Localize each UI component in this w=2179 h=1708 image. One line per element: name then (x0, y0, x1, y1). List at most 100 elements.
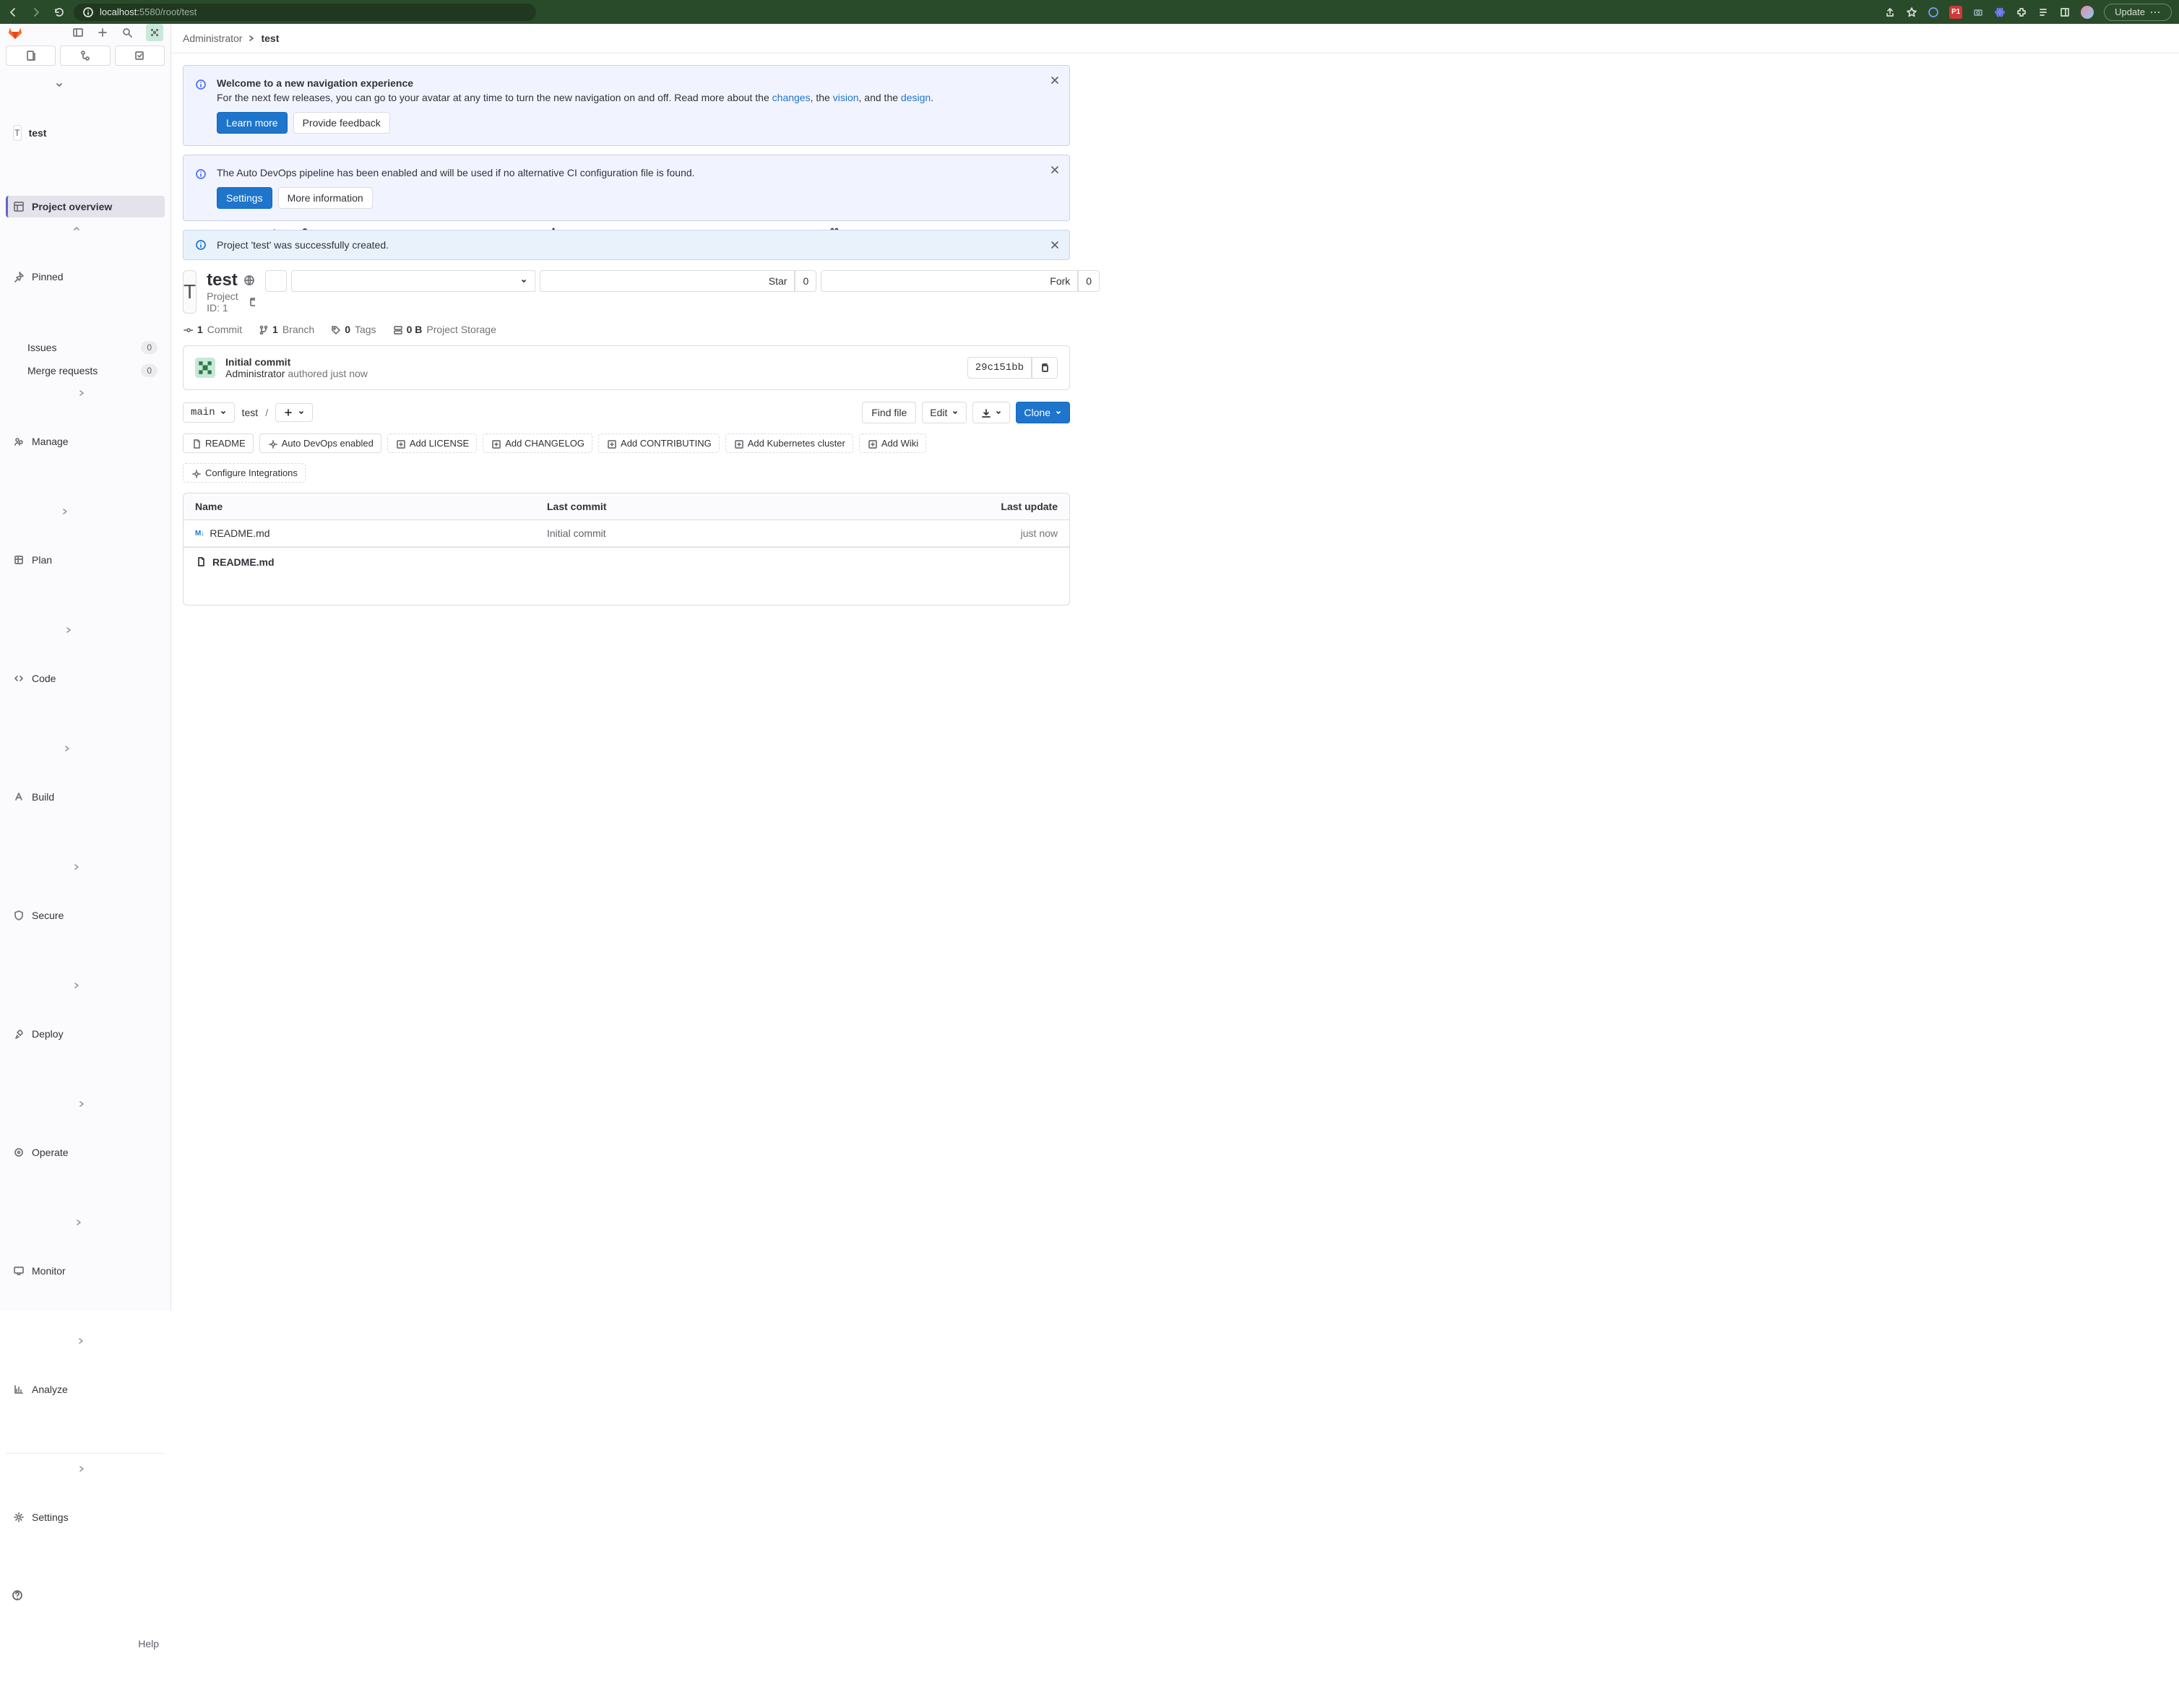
back-icon[interactable] (7, 7, 19, 18)
nav-build[interactable]: Build (6, 738, 165, 856)
reading-list-icon[interactable] (2037, 7, 2049, 18)
plus-square-icon (491, 439, 501, 449)
ssh-key-button[interactable] (265, 270, 287, 292)
gear-icon (267, 439, 277, 449)
user-identicon[interactable] (146, 24, 163, 41)
add-file-button[interactable] (275, 403, 313, 422)
ext1-icon[interactable] (1928, 7, 1939, 18)
extensions-icon[interactable] (2016, 7, 2027, 18)
nav-operate[interactable]: Operate (6, 1093, 165, 1212)
nav-deploy[interactable]: Deploy (6, 975, 165, 1093)
sidebar-project[interactable]: T test (6, 74, 165, 191)
star-button[interactable]: Star (540, 270, 795, 292)
panel-icon[interactable] (72, 27, 84, 38)
chip-add-license[interactable]: Add LICENSE (387, 434, 477, 453)
notifications-button[interactable] (291, 270, 535, 292)
devops-more-button[interactable]: More information (278, 187, 373, 209)
browser-chrome: localhost:5580/root/test P1 Update (0, 0, 2179, 24)
visibility-icon (243, 275, 255, 286)
plus-square-icon (395, 439, 405, 449)
quickaction-mr[interactable] (60, 46, 110, 66)
stat-commits[interactable]: 1 Commit (183, 324, 242, 335)
camera-icon[interactable] (1972, 7, 1984, 18)
stat-storage[interactable]: 0 B Project Storage (392, 324, 496, 335)
sidebar-help[interactable]: Help (0, 1579, 171, 1708)
learn-more-button[interactable]: Learn more (217, 112, 288, 134)
nav-plan[interactable]: Plan (6, 501, 165, 619)
fork-button[interactable]: Fork (821, 270, 1078, 292)
pin-icon (13, 271, 25, 282)
find-file-button[interactable]: Find file (862, 402, 916, 423)
chip-add-wiki[interactable]: Add Wiki (859, 434, 926, 453)
alert-nav-body: For the next few releases, you can go to… (217, 92, 933, 103)
col-last-commit: Last commit (547, 501, 899, 512)
nav-manage[interactable]: Manage (6, 382, 165, 501)
nav-secure[interactable]: Secure (6, 856, 165, 975)
address-bar[interactable]: localhost:5580/root/test (74, 4, 536, 21)
close-icon[interactable] (1049, 74, 1061, 86)
bookmark-icon[interactable] (1906, 7, 1917, 18)
copy-icon (1040, 363, 1050, 373)
star-count: 0 (795, 270, 816, 292)
quickaction-clone[interactable] (6, 46, 56, 66)
search-icon[interactable] (121, 27, 133, 38)
breadcrumb-admin[interactable]: Administrator (183, 33, 242, 44)
alert-devops: The Auto DevOps pipeline has been enable… (183, 155, 1070, 221)
link-changes[interactable]: changes (772, 92, 811, 103)
nav-overview[interactable]: Project overview (6, 196, 165, 217)
copy-icon[interactable] (248, 297, 254, 307)
breadcrumb-project: test (261, 33, 279, 44)
operate-icon (13, 1147, 25, 1158)
edit-dropdown[interactable]: Edit (922, 402, 967, 423)
plus-square-icon (606, 439, 616, 449)
chip-add-changelog[interactable]: Add CHANGELOG (483, 434, 592, 453)
reload-icon[interactable] (53, 7, 65, 18)
react-ext-icon[interactable] (1994, 7, 2006, 18)
plus-icon[interactable] (97, 27, 108, 38)
chip-readme[interactable]: README (183, 434, 254, 453)
side-panel-icon[interactable] (2059, 7, 2071, 18)
stat-branches[interactable]: 1 Branch (258, 324, 314, 335)
commit-title[interactable]: Initial commit (225, 356, 368, 368)
nav-pinned[interactable]: Pinned (6, 217, 165, 336)
chip-add-k8s[interactable]: Add Kubernetes cluster (725, 434, 853, 453)
nav-issues[interactable]: Issues 0 (6, 336, 165, 359)
forward-icon[interactable] (30, 7, 42, 18)
commit-author[interactable]: Administrator (225, 368, 285, 379)
chevron-right-icon (248, 35, 255, 42)
clone-dropdown[interactable]: Clone (1016, 402, 1070, 423)
file-last-commit[interactable]: Initial commit (547, 527, 899, 539)
profile-avatar[interactable] (2081, 6, 2094, 19)
nav-monitor[interactable]: Monitor (6, 1212, 165, 1330)
info-icon (195, 168, 207, 180)
close-icon[interactable] (1049, 164, 1061, 176)
provide-feedback-button[interactable]: Provide feedback (293, 112, 390, 134)
nav-merge-requests[interactable]: Merge requests 0 (6, 359, 165, 382)
close-icon[interactable] (1049, 239, 1061, 251)
copy-sha-button[interactable] (1032, 357, 1058, 379)
nav-settings[interactable]: Settings (6, 1458, 165, 1577)
sidebar-project-name: test (29, 127, 47, 139)
update-button[interactable]: Update (2104, 4, 2172, 21)
link-design[interactable]: design (901, 92, 931, 103)
share-icon[interactable] (1884, 7, 1896, 18)
nav-analyze[interactable]: Analyze (6, 1330, 165, 1449)
commit-author-avatar (195, 358, 215, 378)
stat-tags[interactable]: 0 Tags (330, 324, 376, 335)
path-root[interactable]: test (242, 407, 259, 418)
commit-when: authored just now (288, 368, 368, 379)
devops-settings-button[interactable]: Settings (217, 187, 272, 209)
download-dropdown[interactable] (972, 402, 1010, 423)
chip-add-contributing[interactable]: Add CONTRIBUTING (598, 434, 720, 453)
link-vision[interactable]: vision (833, 92, 859, 103)
gitlab-logo-icon[interactable] (7, 25, 23, 40)
branch-selector[interactable]: main (183, 402, 235, 423)
nav-code[interactable]: Code (6, 619, 165, 738)
shield-icon (13, 910, 25, 921)
tree-row[interactable]: M↓ README.md Initial commit just now (184, 520, 1069, 547)
chip-devops[interactable]: Auto DevOps enabled (259, 434, 381, 453)
quickaction-todo[interactable] (115, 46, 165, 66)
p1-badge[interactable]: P1 (1949, 6, 1962, 19)
chip-configure-integrations[interactable]: Configure Integrations (183, 463, 306, 483)
commit-sha[interactable]: 29c151bb (967, 357, 1032, 379)
